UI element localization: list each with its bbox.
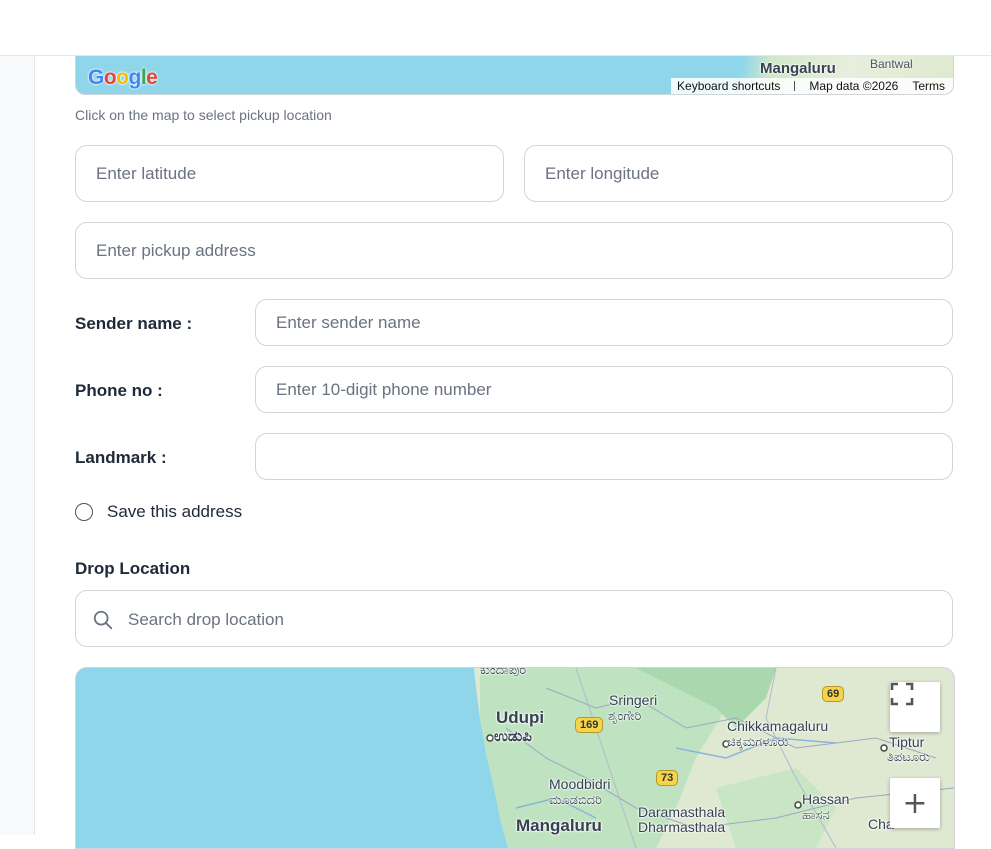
google-logo: Google bbox=[88, 66, 158, 89]
highway-shield-169: 169 bbox=[575, 717, 604, 733]
map-attribution: Keyboard shortcuts Map data ©2026 Terms bbox=[671, 78, 953, 94]
map-label-udupi-kn: ಉಡುಪಿ bbox=[494, 728, 532, 745]
map-label-tiptur: Tiptur bbox=[889, 734, 925, 750]
map-label-moodbidri: Moodbidri bbox=[549, 776, 611, 792]
landmark-label: Landmark : bbox=[75, 448, 167, 467]
map-label-sringeri: Sringeri bbox=[609, 692, 658, 708]
phone-input[interactable] bbox=[255, 366, 953, 413]
sender-name-label: Sender name : bbox=[75, 314, 193, 333]
drop-search-input[interactable] bbox=[126, 591, 930, 648]
map-label-hassan: Hassan bbox=[802, 791, 850, 807]
pickup-map-hint: Click on the map to select pickup locati… bbox=[75, 107, 332, 123]
landmark-input[interactable] bbox=[255, 433, 953, 480]
save-address-radio[interactable] bbox=[75, 503, 93, 521]
attribution-separator bbox=[794, 81, 796, 91]
map-label-mangaluru: Mangaluru bbox=[516, 816, 602, 835]
longitude-input[interactable] bbox=[524, 145, 953, 202]
map-label-hassan-kn: ಹಾಸನ bbox=[802, 807, 830, 822]
left-sidebar-rail bbox=[0, 56, 35, 835]
highway-shield-73: 73 bbox=[656, 770, 679, 786]
drop-search-box[interactable] bbox=[75, 590, 953, 648]
sender-name-input[interactable] bbox=[255, 299, 953, 346]
terms-link[interactable]: Terms bbox=[912, 79, 945, 93]
keyboard-shortcuts-link[interactable]: Keyboard shortcuts bbox=[677, 79, 780, 93]
drop-map[interactable]: ಕುಂದಾಪುರ Sringeri ಶೃಂಗೇರಿ Udupi ಉಡುಪಿ Ch… bbox=[75, 667, 955, 849]
zoom-in-button[interactable]: + bbox=[890, 778, 940, 828]
map-label-tiptur-kn: ತಿಪಟೂರು bbox=[887, 749, 931, 764]
map-data-text: Map data ©2026 bbox=[809, 79, 899, 93]
pickup-drop-form: Google Bantwal Mangaluru Keyboard shortc… bbox=[35, 56, 991, 849]
map-label-chikkamagaluru: Chikkamagaluru bbox=[727, 718, 829, 734]
search-icon bbox=[93, 610, 113, 630]
save-address-label[interactable]: Save this address bbox=[107, 502, 242, 522]
map-label-udupi: Udupi bbox=[496, 708, 545, 727]
save-address-option[interactable]: Save this address bbox=[75, 502, 242, 522]
map-label-dharmasthala: Daramasthala bbox=[638, 804, 726, 820]
fullscreen-icon bbox=[890, 682, 914, 706]
top-header-bar bbox=[0, 0, 991, 56]
drop-location-title: Drop Location bbox=[75, 559, 191, 578]
highway-shield-69: 69 bbox=[822, 686, 845, 702]
pickup-map[interactable]: Google Bantwal Mangaluru Keyboard shortc… bbox=[75, 56, 954, 95]
phone-label: Phone no : bbox=[75, 381, 163, 400]
latitude-input[interactable] bbox=[75, 145, 504, 202]
map-label-sringeri-kn: ಶೃಂಗೇರಿ bbox=[608, 708, 642, 723]
map-label-kundapura-kn: ಕುಂದಾಪುರ bbox=[480, 667, 527, 677]
fullscreen-button[interactable] bbox=[890, 682, 940, 732]
pickup-address-input[interactable] bbox=[75, 222, 953, 279]
map-label-mangaluru: Mangaluru bbox=[760, 60, 836, 77]
map-label-dharmasthala-en: Dharmasthala bbox=[638, 819, 726, 835]
map-label-moodbidri-kn: ಮೂಡಬಿದರಿ bbox=[549, 792, 602, 807]
map-label-chikkamagaluru-kn: ಚಿಕ್ಕಮಗಳೂರು bbox=[727, 734, 789, 749]
map-label-bantwal: Bantwal bbox=[870, 57, 913, 71]
